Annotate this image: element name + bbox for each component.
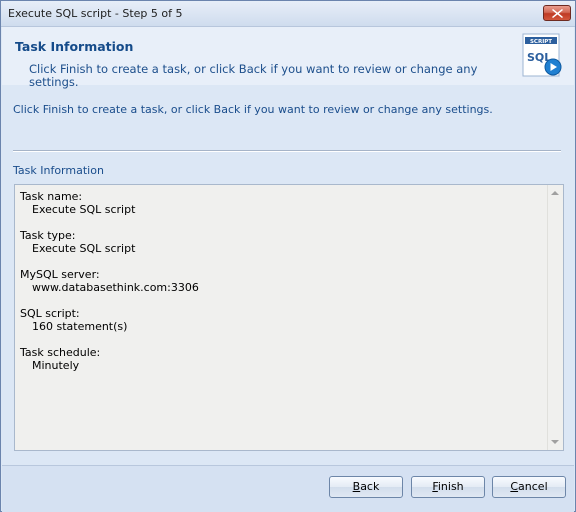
- close-button[interactable]: [543, 5, 571, 21]
- info-task-name: Task name: Execute SQL script: [20, 190, 543, 216]
- info-label: MySQL server:: [20, 268, 100, 281]
- info-task-type: Task type: Execute SQL script: [20, 229, 543, 255]
- info-mysql-server: MySQL server: www.databasethink.com:3306: [20, 268, 543, 294]
- info-label: Task type:: [20, 229, 76, 242]
- info-value: Execute SQL script: [32, 203, 136, 216]
- logo-caption: SCRIPT: [530, 39, 552, 45]
- task-info-content: Task name: Execute SQL script Task type:…: [20, 190, 543, 385]
- info-value: 160 statement(s): [32, 320, 128, 333]
- header-description: Click Finish to create a task, or click …: [29, 62, 478, 89]
- info-value: Execute SQL script: [32, 242, 136, 255]
- section-label: Task Information: [13, 164, 104, 177]
- close-icon: [552, 9, 563, 18]
- play-icon: [544, 58, 562, 76]
- intro-text: Click Finish to create a task, or click …: [13, 103, 493, 116]
- scroll-down-icon[interactable]: [551, 440, 559, 444]
- task-info-box[interactable]: Task name: Execute SQL script Task type:…: [14, 184, 564, 451]
- back-button[interactable]: Back: [329, 476, 403, 498]
- finish-label: inish: [437, 480, 464, 493]
- info-value: www.databasethink.com:3306: [32, 281, 199, 294]
- cancel-button[interactable]: Cancel: [492, 476, 566, 498]
- cancel-mnemonic: C: [510, 480, 519, 493]
- header-title: Task Information: [15, 39, 134, 54]
- wizard-window: Execute SQL script - Step 5 of 5 Task In…: [0, 0, 576, 512]
- header-band: Task Information Click Finish to create …: [2, 27, 574, 89]
- title-bar[interactable]: Execute SQL script - Step 5 of 5: [1, 1, 575, 27]
- info-sql-script: SQL script: 160 statement(s): [20, 307, 543, 333]
- separator: [13, 150, 561, 152]
- scroll-up-icon[interactable]: [551, 191, 559, 195]
- info-value: Minutely: [32, 359, 80, 372]
- window-title: Execute SQL script - Step 5 of 5: [8, 7, 183, 20]
- cancel-label: ancel: [518, 480, 548, 493]
- info-label: Task schedule:: [20, 346, 101, 359]
- finish-button[interactable]: Finish: [411, 476, 485, 498]
- info-task-schedule: Task schedule: Minutely: [20, 346, 543, 372]
- button-bar: Back Finish Cancel: [2, 465, 574, 512]
- info-label: Task name:: [20, 190, 83, 203]
- back-label: ack: [360, 480, 380, 493]
- info-label: SQL script:: [20, 307, 80, 320]
- vertical-scrollbar[interactable]: [547, 185, 563, 450]
- sql-script-icon: SCRIPT SQL: [522, 33, 562, 77]
